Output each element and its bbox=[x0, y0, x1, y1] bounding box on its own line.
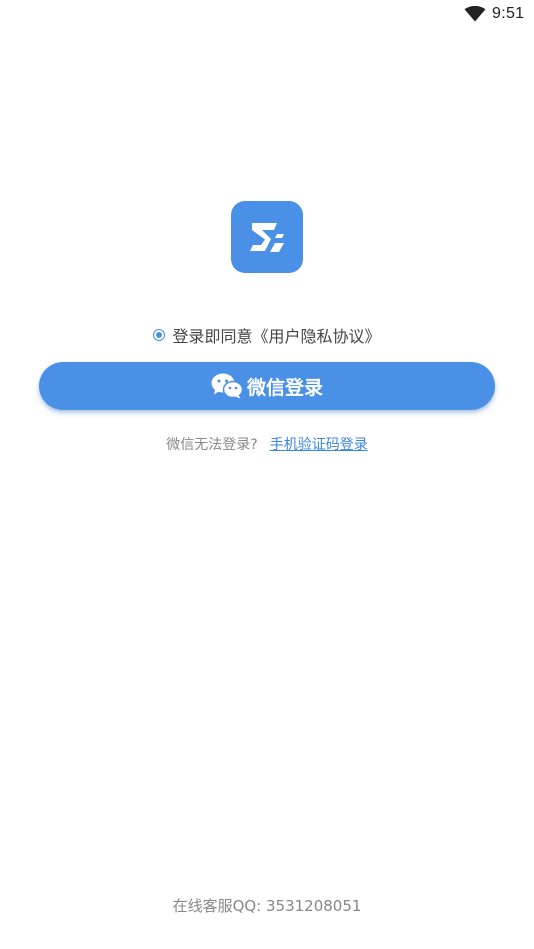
sms-login-link[interactable]: 手机验证码登录 bbox=[270, 434, 368, 454]
agreement-row: 登录即同意《用户隐私协议》 bbox=[0, 324, 534, 346]
wifi-icon bbox=[464, 6, 486, 22]
agreement-radio[interactable] bbox=[153, 329, 166, 341]
customer-service-qq: 在线客服QQ: 3531208051 bbox=[172, 897, 362, 915]
wechat-login-label: 微信登录 bbox=[246, 376, 323, 399]
status-time: 9:51 bbox=[492, 5, 525, 22]
wechat-login-button[interactable]: 微信登录 bbox=[39, 362, 495, 410]
alternative-login-prompt: 微信无法登录? bbox=[166, 437, 258, 453]
alternative-login-row: 微信无法登录? 手机验证码登录 bbox=[0, 433, 534, 455]
agreement-text[interactable]: 登录即同意《用户隐私协议》 bbox=[172, 323, 380, 347]
app-logo bbox=[231, 201, 303, 273]
wechat-icon bbox=[211, 373, 243, 399]
status-bar: 9:51 bbox=[0, 0, 534, 30]
app-logo-icon bbox=[250, 223, 284, 252]
